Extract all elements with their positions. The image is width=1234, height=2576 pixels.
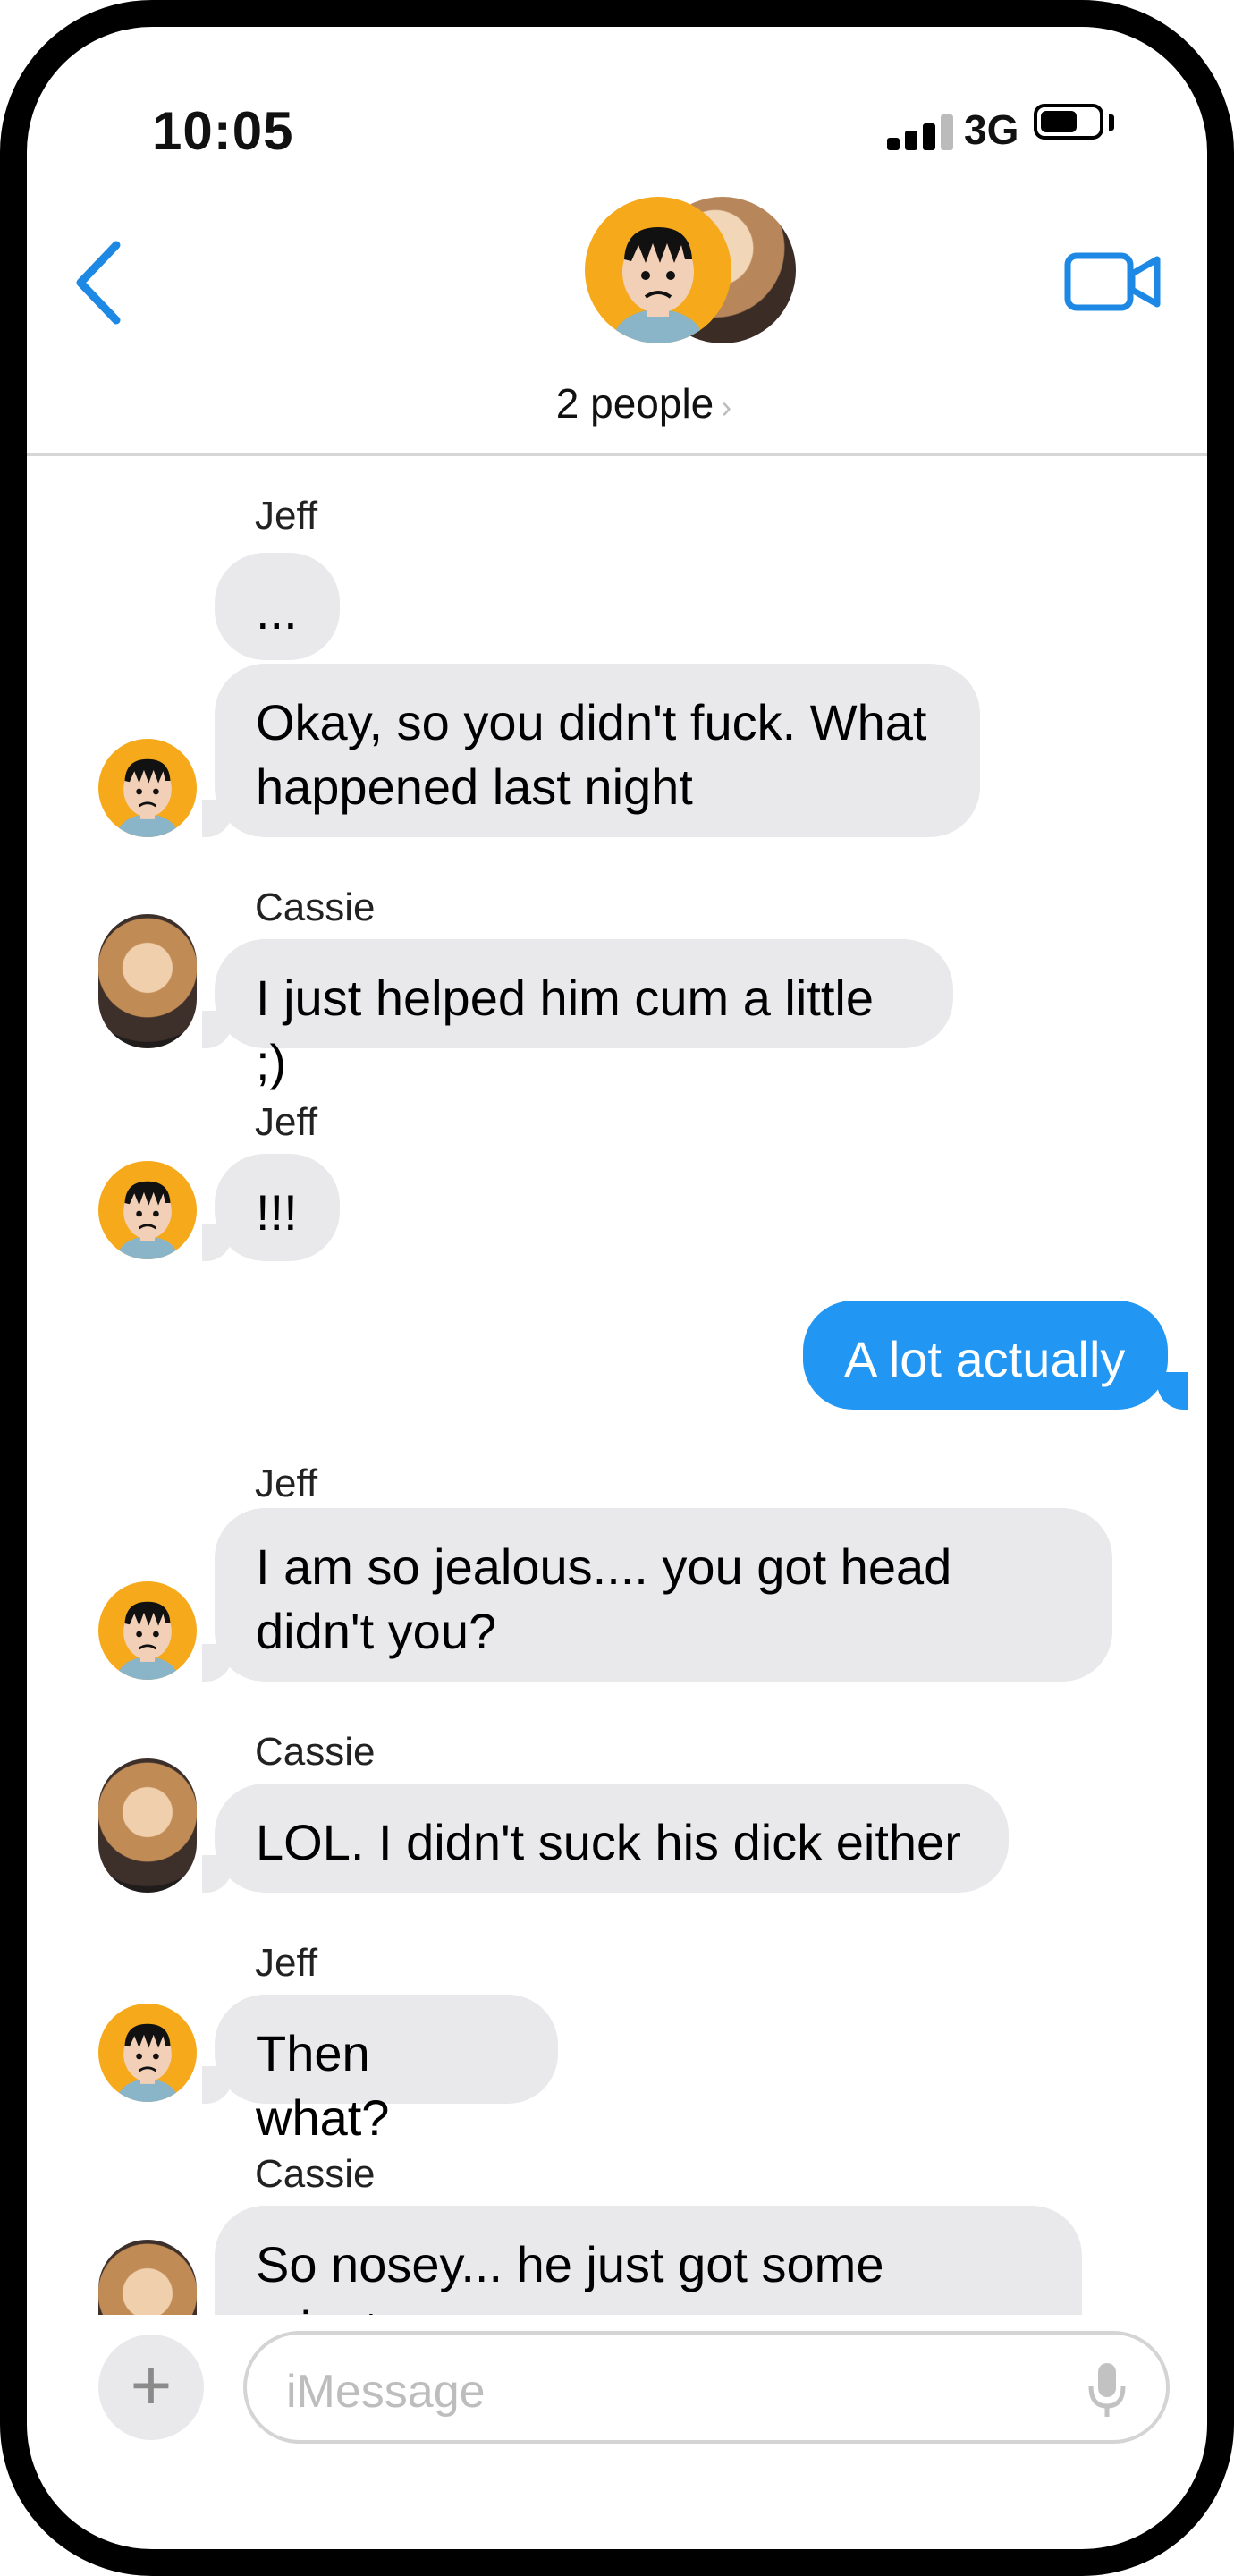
jeff-face-icon bbox=[117, 1181, 178, 1259]
message-bubble[interactable]: I am so jealous.... you got head didn't … bbox=[215, 1508, 1112, 1682]
avatar-cassie[interactable] bbox=[98, 1758, 197, 1893]
sender-name: Jeff bbox=[255, 1100, 318, 1144]
group-subtitle[interactable]: 2 people › bbox=[27, 379, 1207, 428]
message-list[interactable]: Jeff ... Okay, so you didn't fuck. What … bbox=[27, 456, 1207, 2315]
signal-icon bbox=[887, 113, 957, 150]
message-bubble[interactable]: ... bbox=[215, 553, 340, 660]
chevron-right-icon: › bbox=[721, 388, 732, 425]
avatar-cassie[interactable] bbox=[98, 2240, 197, 2315]
status-time: 10:05 bbox=[152, 101, 294, 161]
message-bubble[interactable]: !!! bbox=[215, 1154, 340, 1261]
sender-name: Cassie bbox=[255, 1730, 376, 1774]
avatar-jeff[interactable] bbox=[98, 739, 197, 837]
participants-count: 2 people bbox=[555, 380, 714, 427]
avatar-jeff[interactable] bbox=[98, 2004, 197, 2102]
video-camera-icon[interactable] bbox=[1064, 250, 1162, 313]
bubble-tail bbox=[202, 1011, 232, 1048]
avatar-jeff[interactable] bbox=[98, 1161, 197, 1259]
avatar-jeff[interactable] bbox=[98, 1581, 197, 1680]
phone-frame: 10:05 3G 2 people › Jeff ... Okay, so yo… bbox=[0, 0, 1234, 2576]
sender-name: Cassie bbox=[255, 2152, 376, 2196]
bubble-tail bbox=[202, 1644, 232, 1682]
message-bubble[interactable]: I just helped him cum a little ;) bbox=[215, 939, 953, 1090]
outgoing-message-bubble[interactable]: A lot actually bbox=[803, 1301, 1168, 1410]
sender-name: Cassie bbox=[255, 886, 376, 929]
bubble-tail bbox=[202, 1224, 232, 1261]
back-chevron-icon[interactable] bbox=[70, 238, 127, 327]
jeff-face-icon bbox=[117, 758, 178, 837]
bubble-tail bbox=[202, 2066, 232, 2104]
jeff-face-icon bbox=[117, 2023, 178, 2102]
sender-name: Jeff bbox=[255, 494, 318, 538]
bubble-tail bbox=[202, 1855, 232, 1893]
bubble-tail bbox=[1157, 1372, 1188, 1410]
network-label: 3G bbox=[964, 106, 1019, 153]
message-bubble[interactable]: So nosey... he just got some private bbox=[215, 2206, 1082, 2315]
microphone-icon[interactable] bbox=[1087, 2361, 1127, 2419]
group-avatar-jeff[interactable] bbox=[585, 197, 731, 343]
sender-name: Jeff bbox=[255, 1462, 318, 1505]
bubble-tail bbox=[202, 800, 232, 837]
message-bubble[interactable]: LOL. I didn't suck his dick either bbox=[215, 1784, 1009, 1893]
message-bubble[interactable]: Okay, so you didn't fuck. What happened … bbox=[215, 664, 980, 837]
input-placeholder: iMessage bbox=[286, 2366, 486, 2418]
jeff-face-icon bbox=[613, 227, 703, 343]
avatar-cassie[interactable] bbox=[98, 914, 197, 1048]
plus-button[interactable]: + bbox=[98, 2334, 204, 2440]
jeff-face-icon bbox=[117, 1601, 178, 1680]
battery-cap bbox=[1109, 114, 1114, 131]
message-bubble[interactable]: Then what? bbox=[215, 1995, 558, 2146]
battery-icon bbox=[1034, 104, 1103, 140]
sender-name: Jeff bbox=[255, 1941, 318, 1985]
